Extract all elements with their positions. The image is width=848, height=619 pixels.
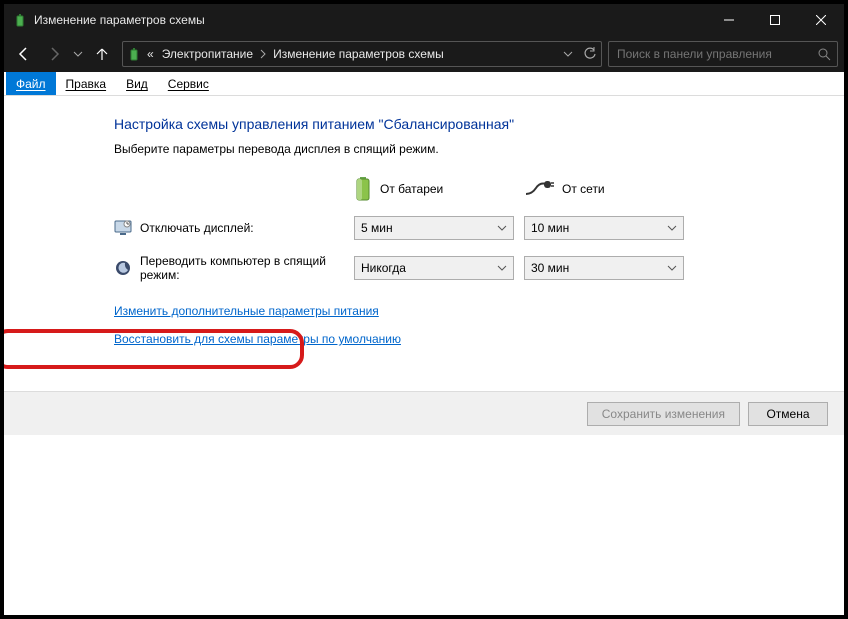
search-icon [817,47,831,61]
monitor-icon [114,219,132,237]
chevron-down-icon [497,264,507,272]
maximize-button[interactable] [752,4,798,36]
dropdown-value: 10 мин [531,221,569,235]
breadcrumb-prefix: « [145,45,156,63]
row-display-label: Отключать дисплей: [140,221,254,235]
page-subtitle: Выберите параметры перевода дисплея в сп… [114,142,824,156]
chevron-down-icon [497,224,507,232]
refresh-icon[interactable] [583,47,597,61]
page-title: Настройка схемы управления питанием "Сба… [114,116,824,132]
save-button[interactable]: Сохранить изменения [587,402,740,426]
search-box[interactable] [608,41,838,67]
address-dropdown-icon[interactable] [563,49,573,59]
menu-edit[interactable]: Правка [56,72,117,95]
window-title: Изменение параметров схемы [34,13,205,27]
link-advanced-settings[interactable]: Изменить дополнительные параметры питани… [114,304,379,318]
close-button[interactable] [798,4,844,36]
content-area: Настройка схемы управления питанием "Сба… [4,96,844,391]
window-frame: Изменение параметров схемы [0,0,848,619]
dropdown-value: 30 мин [531,261,569,275]
chevron-right-icon [259,49,267,59]
column-ac: От сети [524,180,684,198]
menubar: Файл Правка Вид Сервис [4,72,844,96]
column-battery-label: От батареи [380,182,443,196]
breadcrumb-edit-plan[interactable]: Изменение параметров схемы [271,45,446,63]
chevron-down-icon [667,264,677,272]
link-restore-defaults[interactable]: Восстановить для схемы параметры по умол… [114,332,401,346]
minimize-button[interactable] [706,4,752,36]
dropdown-value: Никогда [361,261,406,275]
column-battery: От батареи [354,176,514,202]
menu-service[interactable]: Сервис [158,72,219,95]
recent-dropdown[interactable] [70,40,86,68]
menu-view[interactable]: Вид [116,72,158,95]
row-sleep-label: Переводить компьютер в спящий режим: [140,254,344,282]
link-stack: Изменить дополнительные параметры питани… [114,304,824,346]
row-display-off: Отключать дисплей: [114,219,344,237]
titlebar: Изменение параметров схемы [4,4,844,36]
cancel-button[interactable]: Отмена [748,402,828,426]
up-button[interactable] [88,40,116,68]
dropdown-display-battery[interactable]: 5 мин [354,216,514,240]
dropdown-display-ac[interactable]: 10 мин [524,216,684,240]
chevron-down-icon [667,224,677,232]
back-button[interactable] [10,40,38,68]
dropdown-sleep-ac[interactable]: 30 мин [524,256,684,280]
navbar: « Электропитание Изменение параметров сх… [4,36,844,72]
blank-area [4,435,844,615]
battery-app-icon [127,47,141,61]
column-ac-label: От сети [562,182,605,196]
battery-icon [354,176,372,202]
menu-file[interactable]: Файл [6,72,56,95]
footer-bar: Сохранить изменения Отмена [4,391,844,435]
breadcrumb-power[interactable]: Электропитание [160,45,255,63]
moon-icon [114,259,132,277]
plug-icon [524,180,554,198]
settings-grid: От батареи От сети [114,176,824,282]
address-bar[interactable]: « Электропитание Изменение параметров сх… [122,41,602,67]
battery-app-icon [12,12,28,28]
dropdown-sleep-battery[interactable]: Никогда [354,256,514,280]
forward-button[interactable] [40,40,68,68]
dropdown-value: 5 мин [361,221,393,235]
search-input[interactable] [615,46,811,62]
row-sleep: Переводить компьютер в спящий режим: [114,254,344,282]
